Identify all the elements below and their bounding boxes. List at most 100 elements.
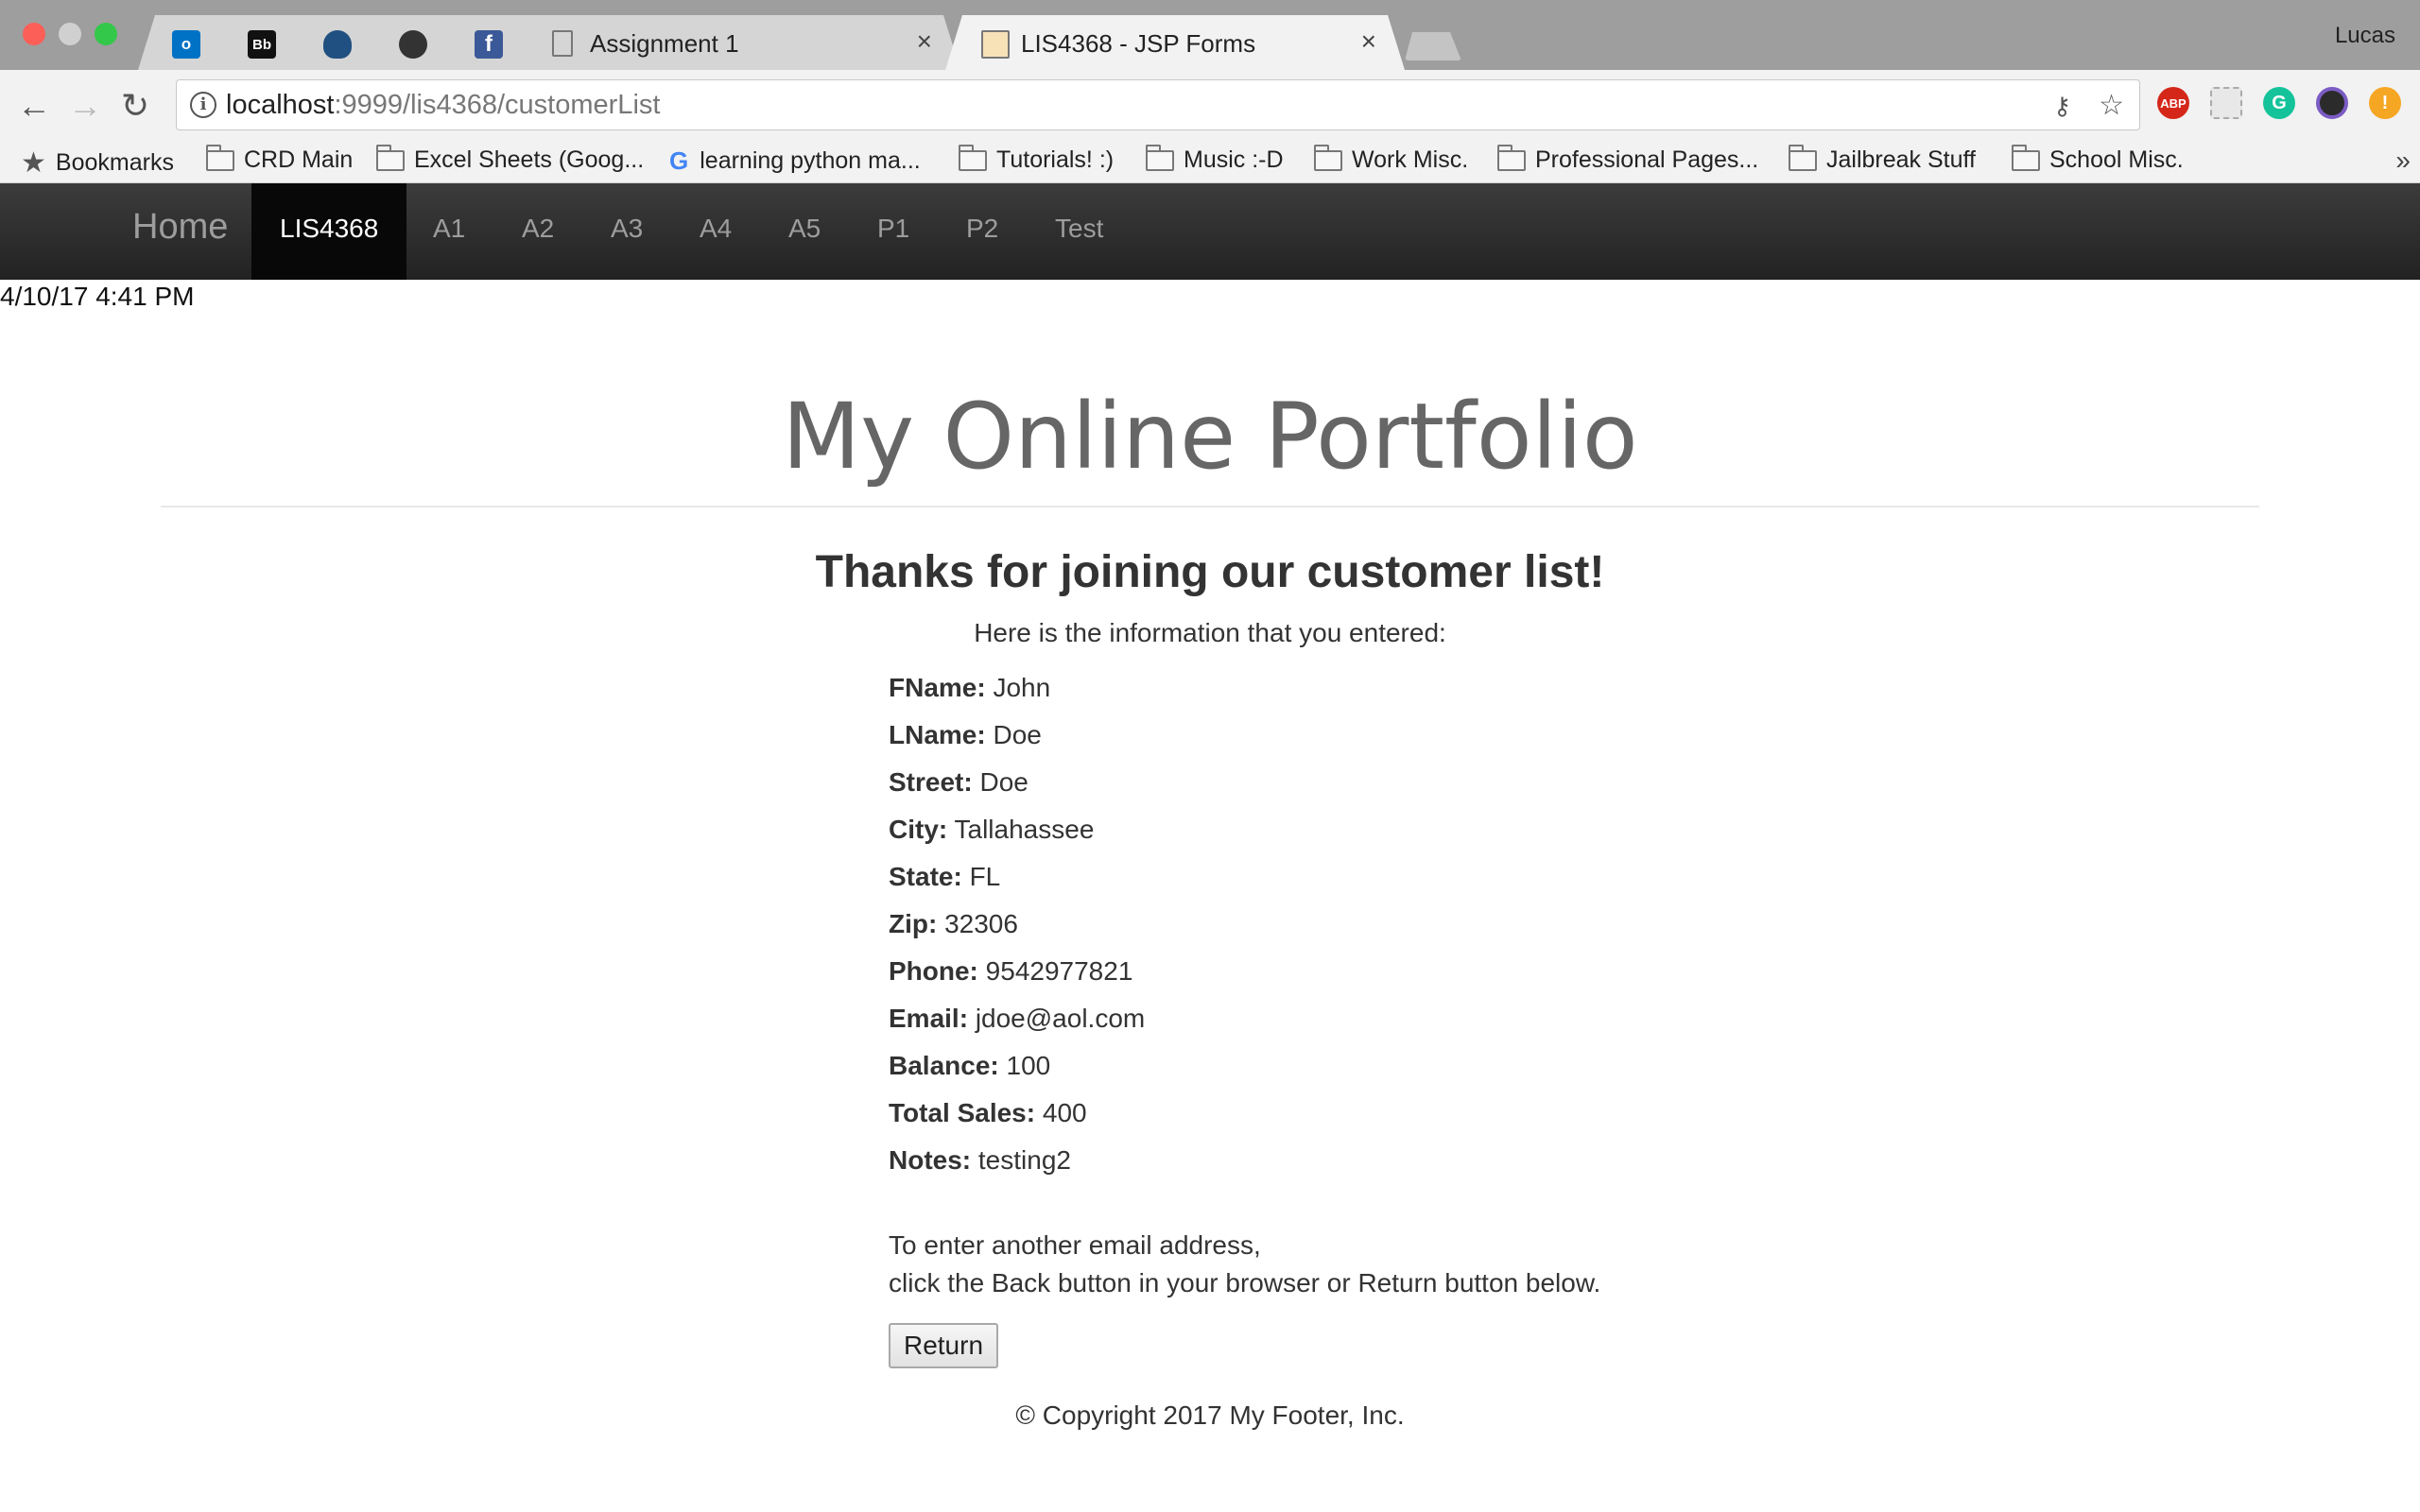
tab-title: LIS4368 - JSP Forms [1021, 29, 1256, 58]
zoom-window-button[interactable] [95, 23, 117, 45]
tab-title: Assignment 1 [590, 29, 739, 58]
folder-icon [1789, 144, 1817, 171]
timestamp: 4/10/17 4:41 PM [0, 282, 195, 311]
nav-link-a3[interactable]: A3 [611, 214, 643, 244]
field-label: Email: [889, 1004, 969, 1033]
bookmark-crd-main[interactable]: CRD Main [206, 144, 353, 174]
nav-link-a1[interactable]: A1 [433, 214, 465, 244]
back-arrow-icon[interactable]: ← [17, 87, 51, 125]
outlook-icon: o [172, 30, 200, 59]
document-icon [552, 30, 573, 57]
google-icon: G [669, 146, 689, 175]
grammarly-icon[interactable]: G [2263, 87, 2295, 119]
nav-link-a4[interactable]: A4 [700, 214, 732, 244]
minimize-window-button[interactable] [59, 23, 81, 45]
field-lname: LName: Doe [889, 720, 1042, 750]
nav-link-p1[interactable]: P1 [877, 214, 909, 244]
bookmark-jailbreak-stuff[interactable]: Jailbreak Stuff [1789, 144, 1976, 174]
star-icon: ★ [21, 147, 46, 179]
folder-icon [2012, 144, 2040, 171]
nav-link-p2[interactable]: P2 [966, 214, 998, 244]
tomcat-icon [981, 30, 1010, 59]
field-label: Balance: [889, 1051, 999, 1080]
bitbucket-icon [323, 30, 352, 59]
navbar-brand-home[interactable]: Home [132, 207, 228, 248]
nav-link-lis4368[interactable]: LIS4368 [280, 214, 378, 244]
field-label: City: [889, 815, 948, 844]
field-notes: Notes: testing2 [889, 1145, 1071, 1176]
intro-text: Here is the information that you entered… [974, 618, 1446, 647]
nav-link-a5[interactable]: A5 [788, 214, 821, 244]
profile-name[interactable]: Lucas [2335, 23, 2395, 49]
field-label: LName: [889, 720, 986, 749]
confirmation-heading: Thanks for joining our customer list! [815, 547, 1605, 597]
field-total-sales: Total Sales: 400 [889, 1098, 1087, 1128]
folder-icon [959, 144, 987, 171]
folder-icon [1146, 144, 1174, 171]
bookmark-tutorials[interactable]: Tutorials! :) [959, 144, 1114, 174]
field-zip: Zip: 32306 [889, 909, 1018, 939]
field-label: Total Sales: [889, 1098, 1036, 1127]
star-bookmark-icon[interactable]: ☆ [2099, 92, 2124, 120]
close-window-button[interactable] [23, 23, 45, 45]
footer-copyright: © Copyright 2017 My Footer, Inc. [1015, 1400, 1405, 1430]
nav-link-a2[interactable]: A2 [522, 214, 554, 244]
new-tab-button[interactable] [1405, 32, 1461, 60]
field-fname: FName: John [889, 673, 1050, 703]
field-value: Doe [979, 767, 1028, 797]
field-label: FName: [889, 673, 986, 702]
field-value: John [993, 673, 1051, 702]
bookmarks-overflow-icon[interactable]: » [2395, 146, 2411, 176]
browser-tab-strip: o Bb f Assignment 1 × LIS4368 - JSP Form… [0, 0, 2420, 70]
field-value: 400 [1042, 1098, 1087, 1127]
bookmark-work-misc[interactable]: Work Misc. [1314, 144, 1468, 174]
facebook-icon: f [475, 30, 503, 59]
field-value: jdoe@aol.com [975, 1004, 1146, 1033]
folder-icon [376, 144, 405, 171]
tab-assignment-1[interactable]: Assignment 1 × [516, 15, 960, 70]
bookmarks-menu[interactable]: ★ Bookmarks [21, 146, 174, 180]
key-icon[interactable]: ⚷ [2053, 92, 2071, 120]
tab-lis4368-jsp-forms[interactable]: LIS4368 - JSP Forms × [945, 15, 1405, 70]
field-city: City: Tallahassee [889, 815, 1094, 845]
adblock-plus-icon[interactable]: ABP [2157, 87, 2189, 119]
forward-arrow-icon[interactable]: → [68, 87, 102, 125]
info-icon[interactable]: i [190, 92, 216, 118]
field-value: 9542977821 [985, 956, 1133, 986]
field-value: testing2 [977, 1145, 1071, 1175]
bookmarks-bar: ★ Bookmarks CRD Main Excel Sheets (Goog..… [0, 142, 2420, 183]
puzzle-extension-icon[interactable] [2210, 87, 2242, 119]
github-icon [399, 30, 427, 59]
field-value: Tallahassee [954, 815, 1095, 844]
field-street: Street: Doe [889, 767, 1028, 798]
bookmark-excel-sheets[interactable]: Excel Sheets (Goog... [376, 144, 644, 174]
page-title: My Online Portfolio [782, 384, 1638, 490]
field-balance: Balance: 100 [889, 1051, 1050, 1081]
url-text[interactable]: localhost:9999/lis4368/customerList [226, 90, 660, 121]
alert-extension-icon[interactable]: ! [2369, 87, 2401, 119]
field-value: 32306 [944, 909, 1018, 938]
field-email: Email: jdoe@aol.com [889, 1004, 1145, 1034]
close-tab-icon[interactable]: × [1361, 26, 1376, 57]
nav-link-test[interactable]: Test [1055, 214, 1103, 244]
bookmark-learning-python[interactable]: Glearning python ma... [669, 146, 921, 176]
title-divider [161, 506, 2259, 507]
bookmark-school-misc[interactable]: School Misc. [2012, 144, 2184, 174]
reload-icon[interactable]: ↻ [121, 87, 149, 125]
field-label: State: [889, 862, 962, 891]
return-button[interactable]: Return [889, 1323, 998, 1368]
field-value: Doe [993, 720, 1042, 749]
folder-icon [1314, 144, 1342, 171]
address-bar[interactable]: i localhost:9999/lis4368/customerList ⚷ … [176, 79, 2140, 130]
bookmark-music[interactable]: Music :-D [1146, 144, 1284, 174]
folder-icon [206, 144, 234, 171]
camera-extension-icon[interactable] [2316, 87, 2348, 119]
folder-icon [1497, 144, 1526, 171]
close-tab-icon[interactable]: × [917, 26, 932, 57]
bookmark-professional-pages[interactable]: Professional Pages... [1497, 144, 1758, 174]
field-phone: Phone: 9542977821 [889, 956, 1132, 987]
field-state: State: FL [889, 862, 1000, 892]
field-value: FL [969, 862, 1001, 891]
field-value: 100 [1006, 1051, 1051, 1080]
blackboard-icon: Bb [248, 30, 276, 59]
